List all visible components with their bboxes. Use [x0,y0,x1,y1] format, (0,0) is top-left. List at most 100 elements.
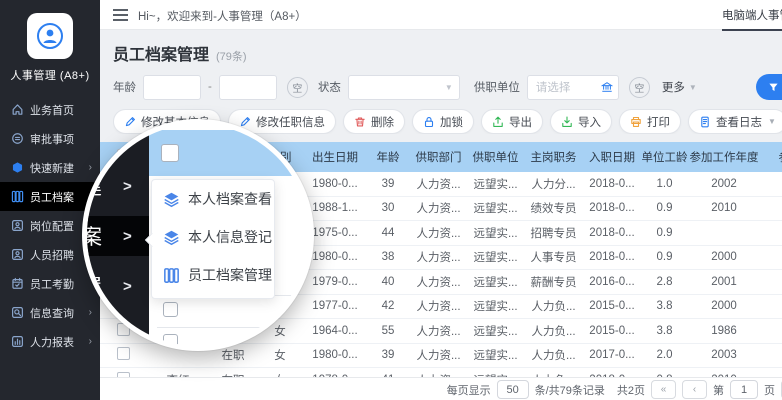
cell-1-3: 1988-1... [304,202,366,214]
app-logo [27,13,73,59]
row-select-cell [100,347,146,363]
toolbar-button-7[interactable]: 查看日志▼ [688,109,782,134]
unit-select[interactable]: 请选择 [527,75,619,100]
filter-button[interactable]: 筛选 [756,74,782,100]
cell-5-4: 42 [366,300,410,312]
sidebar-item-label: 业务首页 [30,102,74,118]
sidebar-item-label: 审批事项 [30,131,74,147]
cell-4-11: 9 [760,276,782,288]
cell-5-11: 2 [760,300,782,312]
sidebar-item-6[interactable]: 员工考勤 [0,269,100,298]
row-checkbox[interactable] [117,347,130,360]
cell-6-11: 9 [760,325,782,337]
tab-pc-hr[interactable]: 电脑端人事管理 [722,7,782,31]
cell-6-9: 3.8 [641,325,688,337]
submenu-item-0[interactable]: 本人档案查看 [152,180,274,218]
clear-age-button[interactable]: 空 [287,77,308,98]
cell-0-10: 2002 [688,178,760,190]
records-text: 条/共79条记录 [535,382,605,398]
submenu-item-label: 员工档案管理 [188,265,272,285]
cell-7-5: 人力资... [410,347,467,363]
cell-2-4: 44 [366,227,410,239]
toolbar-button-label: 导出 [509,114,532,130]
column-header-6: 供职单位 [467,149,524,165]
recruit-icon [11,248,24,261]
cell-0-8: 2018-0... [583,178,641,190]
chevron-right-icon: > [123,278,132,295]
total-pages: 共2页 [617,382,645,398]
submenu-item-1[interactable]: 本人信息登记 [152,218,274,256]
cell-3-8: 2018-0... [583,251,641,263]
cell-5-7: 人力负... [524,298,583,314]
cell-0-4: 39 [366,178,410,190]
sidebar-item-1[interactable]: 审批事项 [0,124,100,153]
cell-7-7: 人力负... [524,347,583,363]
sidebar-item-label: 人力报表 [30,334,74,350]
submenu-item-label: 本人档案查看 [188,189,272,209]
more-filters-button[interactable]: 更多 ▼ [662,79,697,95]
sidebar-item-label: 员工考勤 [30,276,74,292]
cell-7-3: 1980-0... [304,349,366,361]
sidebar-item-7[interactable]: 信息查询› [0,298,100,327]
cell-7-11: 10 [760,349,782,361]
cell-6-8: 2015-0... [583,325,641,337]
submenu-item-label: 本人信息登记 [188,227,272,247]
current-page-input[interactable]: 1 [730,380,758,399]
column-header-4: 年龄 [366,149,410,165]
status-select[interactable]: ▼ [348,75,460,100]
per-page-value[interactable]: 50 [497,380,529,399]
cell-0-7: 人力分... [524,176,583,192]
cell-3-9: 0.9 [641,251,688,263]
cell-7-4: 39 [366,349,410,361]
toolbar-button-5[interactable]: 导入 [550,109,612,134]
cell-5-5: 人力资... [410,298,467,314]
topbar: Hi~，欢迎来到-人事管理（A8+） 电脑端人事管理 [100,0,782,30]
prev-page-button[interactable]: ‹ [682,380,707,399]
position-icon [11,219,24,232]
column-header-11: 参加 [760,149,782,165]
hamburger-icon[interactable] [113,9,128,21]
column-header-8: 入职日期 [583,149,641,165]
toolbar-button-label: 查看日志 [716,114,762,130]
archive-submenu: 本人档案查看本人信息登记员工档案管理 [151,179,275,299]
sidebar-item-2[interactable]: 快速新建› [0,153,100,182]
sidebar: 人事管理 (A8+) 业务首页审批事项快速新建›员工档案岗位配置人员招聘员工考勤… [0,0,100,400]
toolbar-button-label: 打印 [647,114,670,130]
unit-placeholder: 请选择 [536,79,571,95]
age-from-input[interactable] [143,75,201,100]
first-page-button[interactable]: « [651,380,676,399]
column-header-9: 单位工龄 [641,149,688,165]
cell-7-10: 2003 [688,349,760,361]
magnified-sidebar-item-3: > [87,312,149,351]
sidebar-item-0[interactable]: 业务首页 [0,95,100,124]
cell-6-7: 人力负... [524,323,583,339]
toolbar-button-2[interactable]: 删除 [343,109,405,134]
magnified-item-text: 案 [82,221,104,251]
toolbar-button-3[interactable]: 加锁 [412,109,474,134]
cell-0-9: 1.0 [641,178,688,190]
toolbar-button-4[interactable]: 导出 [481,109,543,134]
magnified-sidebar-item-0: 建> [87,166,149,206]
age-to-input[interactable] [219,75,277,100]
magnified-sidebar-item-1: 案> [87,216,149,256]
cell-4-9: 2.8 [641,276,688,288]
chevron-right-icon: > [123,178,132,195]
sidebar-item-8[interactable]: 人力报表› [0,327,100,356]
submenu-item-2[interactable]: 员工档案管理 [152,256,274,294]
cell-6-6: 远望实... [467,323,524,339]
cell-0-6: 远望实... [467,176,524,192]
column-header-7: 主岗职务 [524,149,583,165]
cell-7-8: 2017-0... [583,349,641,361]
print-icon [630,116,642,128]
pagination-bar: 每页显示 50 条/共79条记录 共2页 « ‹ 第 1 页 › [100,377,782,400]
column-header-5: 供职部门 [410,149,467,165]
cell-7-6: 远望实... [467,347,524,363]
clear-unit-button[interactable]: 空 [629,77,650,98]
export-icon [492,116,504,128]
layers-icon [163,229,180,246]
toolbar-button-6[interactable]: 打印 [619,109,681,134]
cell-7-9: 2.0 [641,349,688,361]
cell-5-3: 1977-0... [304,300,366,312]
cell-6-5: 人力资... [410,323,467,339]
log-icon [699,116,711,128]
